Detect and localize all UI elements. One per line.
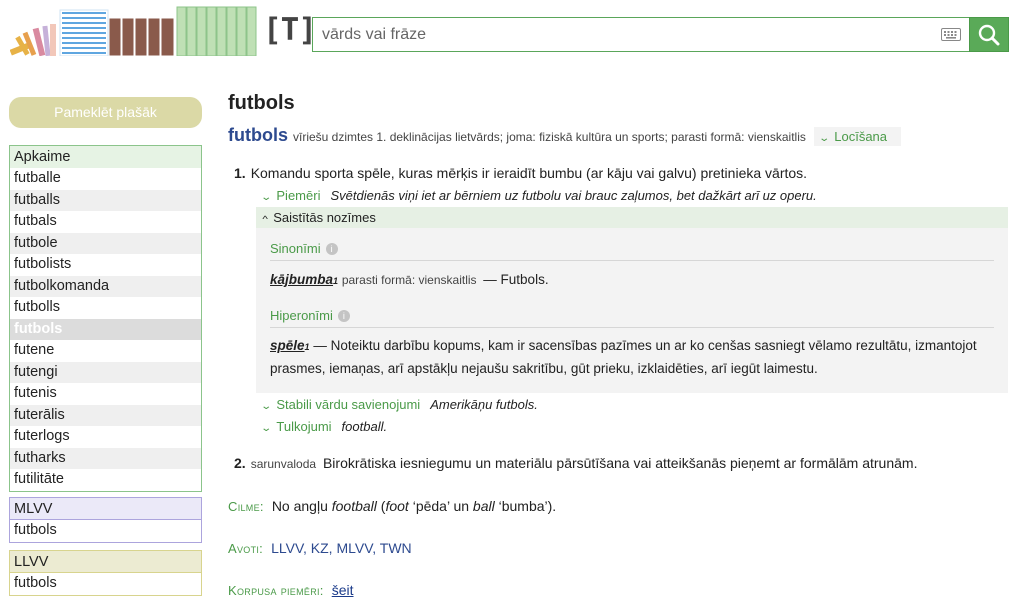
neighborhood-item[interactable]: futene [10,340,201,362]
hypernym-link[interactable]: spēle [270,338,305,353]
neighborhood-panel: Apkaime futballe futballs futbals futbol… [9,145,202,492]
corpus-label: Korpusa piemēri: [228,583,324,598]
search-icon [978,24,1000,45]
translations-row: ⌄ Tulkojumi football. [260,419,388,434]
mlvv-title: MLVV [10,498,201,520]
sense-2: 2. sarunvaloda Birokrātiska iesniegumu un… [234,455,917,471]
chevron-down-icon: ⌄ [818,133,830,144]
synonym-sense-index: 1 [333,276,339,286]
neighborhood-item[interactable]: futbolists [10,254,201,276]
corpus-examples: Korpusa piemēri: šeit [228,582,354,598]
etymology-word: ball [472,498,495,514]
collocations-toggle[interactable]: ⌄ Stabili vārdu savienojumi [260,397,421,412]
search-bar [312,17,969,52]
keyboard-icon[interactable] [941,28,961,41]
example-text: Svētdienās viņi iet ar bērniem uz futbol… [330,188,817,203]
info-icon[interactable]: i [325,243,338,255]
collocations-label: Stabili vārdu savienojumi [276,397,421,412]
neighborhood-title: Apkaime [10,146,201,168]
llvv-title: LLVV [10,551,201,573]
related-senses-label: Saistītās nozīmes [273,210,376,225]
sense-text: Komandu sporta spēle, kuras mērķis ir ie… [250,165,808,181]
related-senses-toggle[interactable]: ^ Saistītās nozīmes [256,207,1008,228]
examples-row: ⌄ Piemēri Svētdienās viņi iet ar bērniem u… [260,188,817,203]
translations-label: Tulkojumi [276,419,332,434]
sense-text: Birokrātiska iesniegumu un materiālu pār… [322,455,918,471]
hypernym-sense-index: 1 [304,342,310,352]
translation-text: football. [341,419,388,434]
search-more-button[interactable]: Pameklēt plašāk [9,97,202,128]
etymology-label: Cilme: [228,499,264,514]
synonyms-heading: Sinonīmi i [270,241,994,261]
mlvv-item[interactable]: futbols [10,520,201,542]
hypernyms-heading: Hiperonīmi i [270,308,994,328]
neighborhood-item[interactable]: futbole [10,232,201,254]
examples-label: Piemēri [276,188,321,203]
sources-list[interactable]: LLVV, KZ, MLVV, TWN [271,540,412,556]
llvv-panel: LLVV futbols [9,550,202,596]
related-senses-panel: ^ Saistītās nozīmes Sinonīmi i kājbumba1 p… [256,207,1008,393]
inflection-button[interactable]: ⌄ Locīšana [813,127,902,146]
hypernyms-label: Hiperonīmi [270,308,333,323]
sources-label: Avoti: [228,541,264,556]
chevron-down-icon: ⌄ [260,401,273,412]
sense-number: 1. [234,165,246,181]
mlvv-panel: MLVV futbols [9,497,202,543]
neighborhood-item[interactable]: futharks [10,447,201,469]
info-icon[interactable]: i [337,310,350,322]
entry-headline: futbols vīriešu dzimtes 1. deklinācijas … [228,125,902,146]
etymology-text: ‘bumba’). [494,498,557,514]
synonym-line: kājbumba1 parasti formā: vienskaitlis — … [270,269,994,292]
etymology-text: No angļu [271,498,332,514]
synonym-link[interactable]: kājbumba [270,272,333,287]
books-logo-art [10,6,257,56]
collocation-text: Amerikāņu futbols. [430,397,538,412]
neighborhood-item[interactable]: futballs [10,189,201,211]
sources: Avoti: LLVV, KZ, MLVV, TWN [228,540,412,556]
inflection-label: Locīšana [834,129,888,144]
examples-toggle[interactable]: ⌄ Piemēri [260,188,321,203]
sense-number: 2. [234,455,246,471]
neighborhood-item[interactable]: futbolls [10,297,201,319]
neighborhood-item[interactable]: futbals [10,211,201,233]
collocations-row: ⌄ Stabili vārdu savienojumi Amerikāņu futb… [260,397,538,412]
etymology-word: football [331,498,377,514]
etymology: Cilme: No angļu football (foot ‘pēda’ un … [228,498,556,514]
corpus-link[interactable]: šeit [332,582,354,598]
chevron-up-icon: ^ [262,214,268,224]
register-label: sarunvaloda [250,457,317,471]
synonym-definition: — Futbols. [483,272,549,287]
synonym-grammar: parasti formā: vienskaitlis [341,273,477,287]
search-button[interactable] [969,17,1009,52]
neighborhood-item[interactable]: futbolkomanda [10,275,201,297]
etymology-text: ‘pēda’ un [408,498,473,514]
neighborhood-item[interactable]: futerlogs [10,426,201,448]
etymology-word: foot [385,498,409,514]
neighborhood-item-active[interactable]: futbols [10,318,201,340]
neighborhood-item[interactable]: futenis [10,383,201,405]
chevron-down-icon: ⌄ [260,423,273,434]
search-input[interactable] [313,18,913,51]
headword: futbols [228,125,288,145]
hypernym-line: spēle1 — Noteiktu darbību kopums, kam ir… [270,335,994,380]
llvv-item[interactable]: futbols [10,573,201,595]
translations-toggle[interactable]: ⌄ Tulkojumi [260,419,332,434]
neighborhood-item[interactable]: futilitāte [10,469,201,491]
sense-1: 1. Komandu sporta spēle, kuras mērķis ir … [234,165,807,181]
chevron-down-icon: ⌄ [260,192,273,203]
neighborhood-item[interactable]: futerālis [10,404,201,426]
neighborhood-item[interactable]: futengi [10,361,201,383]
hypernym-definition-line1: — Noteiktu darbību kopums, kam ir sacens… [313,338,977,353]
grammar-info: vīriešu dzimtes 1. deklinācijas lietvārd… [293,130,806,144]
synonyms-label: Sinonīmi [270,241,321,256]
neighborhood-item[interactable]: futballe [10,168,201,190]
books-logo[interactable] [10,6,262,56]
page-title: futbols [228,92,295,114]
hypernym-definition-line2: prasmes, iemaņas, arī apstākļu nejaušu s… [270,361,818,376]
